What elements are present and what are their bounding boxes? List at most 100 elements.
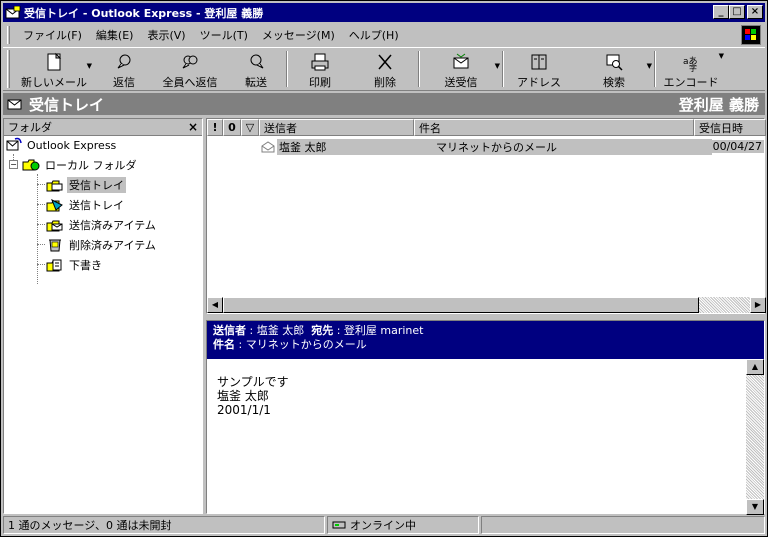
status-bar: 1 通のメッセージ、0 通は未開封 オンライン中	[3, 515, 765, 535]
new-mail-dropdown-icon[interactable]: ▼	[87, 62, 92, 70]
encode-label: エンコード	[663, 76, 719, 89]
menu-tools[interactable]: ツール(T)	[193, 27, 255, 43]
deleted-items-icon	[46, 237, 64, 253]
current-folder-name: 受信トレイ	[29, 95, 105, 114]
maximize-button[interactable]: □	[729, 5, 745, 19]
menu-help[interactable]: ヘルプ(H)	[342, 27, 406, 43]
encode-button[interactable]: aあ字 エンコード ▼	[656, 48, 726, 90]
column-received[interactable]: 受信日時	[694, 119, 766, 136]
tree-label-deleted-items: 削除済みアイテム	[69, 239, 156, 252]
folder-pane-close-button[interactable]: ×	[188, 120, 198, 134]
menu-message[interactable]: メッセージ(M)	[255, 27, 342, 43]
reply-all-label: 全員へ返信	[162, 76, 218, 89]
tree-item-sent-items[interactable]: 送信済みアイテム	[46, 216, 158, 234]
tree-item-deleted-items[interactable]: 削除済みアイテム	[46, 236, 158, 254]
menu-file[interactable]: ファイル(F)	[16, 27, 89, 43]
windows-logo-icon	[741, 25, 761, 45]
new-mail-label: 新しいメール	[21, 76, 87, 89]
column-attachment[interactable]: 0	[223, 119, 241, 136]
reply-all-button[interactable]: 全員へ返信	[154, 48, 226, 90]
close-button[interactable]: ×	[747, 5, 763, 19]
addresses-label: アドレス	[517, 76, 561, 89]
scroll-down-button[interactable]: ▼	[746, 499, 764, 515]
tree-label-drafts: 下書き	[69, 259, 102, 272]
tree-item-outbox[interactable]: 送信トレイ	[46, 196, 126, 214]
tree-item-inbox[interactable]: 受信トレイ	[46, 176, 126, 194]
find-label: 検索	[603, 76, 625, 89]
preview-body[interactable]: サンプルです 塩釜 太郎 2001/1/1	[207, 359, 748, 515]
scroll-right-button[interactable]: ▶	[750, 297, 766, 313]
online-icon	[332, 519, 346, 531]
address-book-icon	[528, 51, 550, 73]
tree-label-inbox: 受信トレイ	[67, 177, 126, 193]
read-mail-icon	[207, 140, 277, 153]
scroll-left-button[interactable]: ◀	[207, 297, 223, 313]
message-row[interactable]: 塩釜 太郎 マリネットからのメール 00/04/27	[207, 138, 766, 155]
preview-from-value: : 塩釜 太郎	[249, 324, 305, 337]
app-inbox-icon	[5, 5, 21, 21]
tree-item-local-folders[interactable]: ローカル フォルダ	[22, 156, 139, 174]
column-priority[interactable]: !	[207, 119, 223, 136]
find-button[interactable]: 検索 ▼	[574, 48, 654, 90]
message-list-header: ! 0 ▽ 送信者 件名 受信日時	[207, 119, 766, 136]
sent-items-icon	[46, 217, 64, 233]
toolbar: 新しいメール ▼ 返信 全員へ返信 転送 印刷 削除 送受信 ▼ アドレス 検索…	[3, 47, 765, 91]
addresses-button[interactable]: アドレス	[504, 48, 574, 90]
folder-tree: Outlook Express − ローカル フォルダ 受信トレイ 送信トレイ	[4, 136, 202, 284]
reply-button[interactable]: 返信	[94, 48, 154, 90]
preview-subject-value: : マリネットからのメール	[238, 338, 367, 351]
folder-pane-title: フォルダ	[8, 121, 52, 134]
preview-body-line: 塩釜 太郎	[217, 389, 269, 403]
printer-icon	[309, 51, 331, 73]
horizontal-scroll-thumb[interactable]	[223, 297, 699, 313]
tree-connector	[37, 244, 45, 245]
print-button[interactable]: 印刷	[288, 48, 352, 90]
forward-label: 転送	[245, 76, 267, 89]
minimize-button[interactable]: _	[713, 5, 729, 19]
find-icon	[603, 51, 625, 73]
tree-item-drafts[interactable]: 下書き	[46, 256, 104, 274]
title-bar[interactable]: 受信トレイ - Outlook Express - 登利屋 義勝 _ □ ×	[3, 3, 765, 22]
preview-to-value: : 登利屋 marinet	[336, 324, 424, 337]
status-extra-panel	[481, 516, 765, 534]
menu-edit[interactable]: 編集(E)	[89, 27, 141, 43]
preview-subject-label: 件名	[213, 338, 235, 351]
preview-to-label: 宛先	[311, 324, 334, 337]
preview-vertical-scrollbar[interactable]: ▲ ▼	[746, 359, 764, 515]
preview-header: 送信者 : 塩釜 太郎 宛先 : 登利屋 marinet 件名 : マリネットか…	[207, 321, 764, 359]
send-receive-button[interactable]: 送受信 ▼	[420, 48, 502, 90]
send-receive-label: 送受信	[444, 76, 478, 89]
horizontal-scroll-track[interactable]	[699, 297, 750, 313]
toolbar-grip[interactable]	[7, 50, 10, 88]
delete-label: 削除	[374, 76, 396, 89]
message-subject: マリネットからのメール	[432, 138, 712, 155]
menu-grip[interactable]	[7, 26, 10, 44]
status-message-count: 1 通のメッセージ、0 通は未開封	[3, 516, 325, 534]
tree-connector	[37, 224, 45, 225]
column-from[interactable]: 送信者	[259, 119, 414, 136]
scroll-up-button[interactable]: ▲	[746, 359, 764, 375]
encode-dropdown-icon[interactable]: ▼	[719, 52, 724, 60]
outlook-express-icon	[6, 137, 22, 153]
forward-button[interactable]: 転送	[226, 48, 286, 90]
menu-view[interactable]: 表示(V)	[140, 27, 192, 43]
status-connection-text: オンライン中	[350, 519, 416, 532]
send-receive-icon	[450, 51, 472, 73]
delete-button[interactable]: 削除	[352, 48, 418, 90]
find-dropdown-icon[interactable]: ▼	[647, 62, 652, 70]
folder-header-bar: 受信トレイ 登利屋 義勝	[3, 93, 765, 115]
column-subject[interactable]: 件名	[414, 119, 694, 136]
outbox-icon	[46, 197, 64, 213]
tree-connector	[37, 204, 45, 205]
tree-item-outlook-express[interactable]: Outlook Express	[6, 136, 118, 154]
column-flag[interactable]: ▽	[241, 119, 259, 136]
tree-connector	[37, 174, 38, 284]
tree-label-outlook-express: Outlook Express	[27, 138, 117, 152]
local-folders-collapse-toggle[interactable]: −	[9, 160, 18, 169]
message-list-horizontal-scrollbar[interactable]: ◀ ▶	[207, 297, 766, 313]
status-connection: オンライン中	[327, 516, 479, 534]
send-receive-dropdown-icon[interactable]: ▼	[495, 62, 500, 70]
preview-body-line: サンプルです	[217, 375, 289, 389]
new-mail-button[interactable]: 新しいメール ▼	[14, 48, 94, 90]
tree-connector	[37, 264, 45, 265]
